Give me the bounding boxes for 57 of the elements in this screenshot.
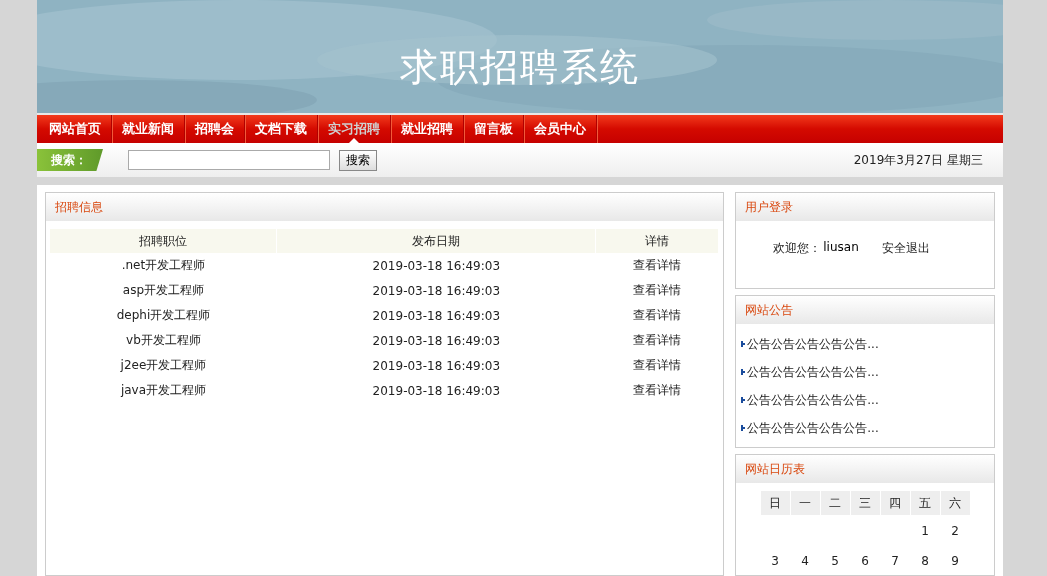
table-cell-text: j2ee开发工程师 [119, 357, 208, 374]
calendar-day[interactable]: 9 [951, 553, 959, 568]
details-link[interactable]: 查看详情 [633, 333, 682, 347]
calendar-day[interactable]: 7 [891, 553, 899, 568]
table-cell-text: vb开发工程师 [125, 332, 202, 349]
search-field[interactable] [128, 150, 330, 171]
weekday-header: 三 [850, 491, 880, 515]
logout-link[interactable]: 安全退出 [881, 240, 930, 257]
panel-title: 用户登录 [745, 198, 794, 216]
details-link[interactable]: 查看详情 [633, 308, 682, 322]
table-cell-text: 2019-03-18 16:49:03 [371, 332, 502, 350]
weekday-header: 四 [880, 491, 910, 515]
table-cell-text: 2019-03-18 16:49:03 [371, 257, 502, 275]
calendar-day[interactable]: 6 [861, 553, 869, 568]
details-link[interactable]: 查看详情 [633, 358, 682, 372]
table-cell-text: java开发工程师 [119, 382, 208, 399]
table-cell-text: 2019-03-18 16:49:03 [371, 282, 502, 300]
username: liusan [823, 240, 859, 256]
bullet-icon [741, 397, 746, 403]
notice-link[interactable]: 公告公告公告公告公告... [747, 363, 879, 381]
notice-link[interactable]: 公告公告公告公告公告... [747, 391, 879, 409]
table-cell-text: 2019-03-18 16:49:03 [371, 382, 502, 400]
current-date: 2019年3月27日 星期三 [853, 151, 983, 169]
weekday-header: 六 [940, 491, 970, 515]
column-header: 发布日期 [276, 229, 596, 253]
welcome-label: 欢迎您： [773, 240, 822, 257]
notice-link[interactable]: 公告公告公告公告公告... [747, 335, 879, 353]
site-title: 求职招聘系统 [400, 44, 640, 91]
calendar-day[interactable]: 8 [921, 553, 929, 568]
calendar-day[interactable]: 1 [921, 523, 929, 538]
calendar-day[interactable]: 3 [771, 553, 779, 568]
search-button[interactable]: 搜索 [339, 149, 377, 171]
calendar-day[interactable]: 5 [831, 553, 839, 568]
column-header: 详情 [595, 229, 719, 253]
panel-title: 招聘信息 [55, 198, 103, 216]
details-link[interactable]: 查看详情 [633, 383, 682, 397]
search-label: 搜索： [37, 149, 103, 172]
table-cell-text: 2019-03-18 16:49:03 [371, 357, 502, 375]
bullet-icon [741, 425, 746, 431]
weekday-header: 二 [820, 491, 850, 515]
table-cell-text: dephi开发工程师 [115, 307, 212, 324]
calendar-day[interactable]: 4 [801, 553, 809, 568]
calendar-day[interactable]: 2 [951, 523, 959, 538]
table-cell-text: asp开发工程师 [121, 282, 206, 299]
panel-title: 网站公告 [745, 301, 794, 319]
bullet-icon [741, 341, 746, 347]
column-header: 招聘职位 [50, 229, 277, 253]
notice-link[interactable]: 公告公告公告公告公告... [747, 419, 879, 437]
weekday-header: 日 [760, 491, 790, 515]
details-link[interactable]: 查看详情 [633, 258, 682, 272]
weekday-header: 一 [790, 491, 820, 515]
weekday-header: 五 [910, 491, 940, 515]
panel-title: 网站日历表 [745, 460, 806, 478]
bullet-icon [741, 369, 746, 375]
table-cell-text: .net开发工程师 [120, 257, 207, 274]
table-cell-text: 2019-03-18 16:49:03 [371, 307, 502, 325]
details-link[interactable]: 查看详情 [633, 283, 682, 297]
